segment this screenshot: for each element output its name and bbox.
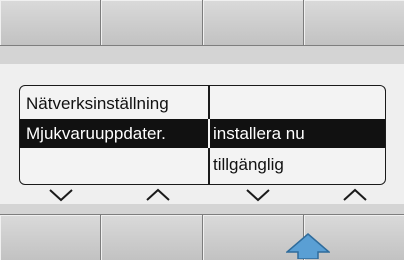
top-softkey-bar <box>0 0 404 46</box>
chevron-down-icon[interactable] <box>245 188 271 202</box>
selected-row-divider <box>208 119 210 148</box>
top-softkey-2[interactable] <box>101 0 203 45</box>
settings-menu: Nätverksinställning Mjukvaruuppdater. in… <box>19 85 386 185</box>
bottom-softkey-1[interactable] <box>0 215 102 260</box>
top-softkey-3[interactable] <box>202 0 304 45</box>
display-bottom-band <box>0 204 404 214</box>
menu-row-network-settings[interactable]: Nätverksinställning <box>20 89 385 118</box>
top-softkey-1[interactable] <box>0 0 102 45</box>
chevron-up-icon[interactable] <box>342 188 368 202</box>
arrow-up-icon <box>286 233 330 259</box>
menu-row-label: Nätverksinställning <box>26 94 169 113</box>
bottom-softkey-bar <box>0 214 404 260</box>
menu-row-value: tillgänglig <box>213 155 284 174</box>
menu-row-value: installera nu <box>213 124 305 143</box>
display-top-band <box>0 46 404 64</box>
menu-row-software-update[interactable]: Mjukvaruuppdater. installera nu <box>20 119 385 148</box>
menu-row-update-status[interactable]: tillgänglig <box>20 150 385 179</box>
menu-row-label: Mjukvaruuppdater. <box>26 124 166 143</box>
chevron-down-icon[interactable] <box>48 188 74 202</box>
bottom-softkey-2[interactable] <box>101 215 203 260</box>
chevron-up-icon[interactable] <box>145 188 171 202</box>
top-softkey-4[interactable] <box>303 0 404 45</box>
